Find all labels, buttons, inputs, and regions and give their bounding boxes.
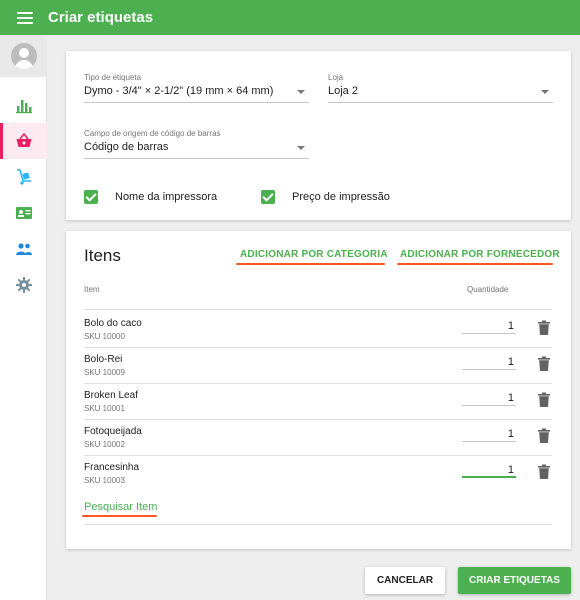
table-row: Fotoqueijada SKU 10002 1 [84,420,552,456]
printer-name-label: Nome da impressora [115,191,218,203]
store-value: Loja 2 [328,85,358,97]
trash-icon[interactable] [537,320,551,336]
add-by-category-button[interactable]: ADICIONAR POR CATEGORIA [240,249,388,260]
items-title: Itens [84,246,121,265]
quantity-input[interactable]: 1 [462,460,516,478]
trash-icon[interactable] [537,392,551,408]
item-name: Bolo-Rei [84,354,123,365]
highlight-underline [82,515,157,517]
barcode-source-value: Código de barras [84,141,169,153]
highlight-underline [236,263,385,265]
highlight-underline [397,263,553,265]
barcode-source-select[interactable]: Campo de origem de código de barras Códi… [84,129,309,159]
column-header-item: Item [84,285,100,294]
sidebar-item-sales[interactable] [0,123,47,159]
checkbox-checked-icon[interactable] [84,190,98,204]
sidebar-item-reports[interactable] [0,87,47,123]
dropdown-arrow-icon [297,146,305,150]
item-name: Francesinha [84,462,140,473]
people-icon [15,243,32,255]
trash-icon[interactable] [537,356,551,372]
quantity-input[interactable]: 1 [462,424,516,442]
table-row: Bolo-Rei SKU 10009 1 [84,348,552,384]
quantity-input[interactable]: 1 [462,388,516,406]
trash-icon[interactable] [537,464,551,480]
item-name: Broken Leaf [84,390,138,401]
dropdown-arrow-icon [541,90,549,94]
quantity-input[interactable]: 1 [462,316,516,334]
gear-icon [15,277,32,293]
column-header-quantity: Quantidade [467,285,509,294]
app-bar: Criar etiquetas [0,0,580,35]
label-type-label: Tipo de etiqueta [84,73,142,82]
sidebar-item-employees[interactable] [0,231,47,267]
item-sku: SKU 10002 [84,440,125,449]
table-row: Broken Leaf SKU 10001 1 [84,384,552,420]
avatar[interactable] [10,43,37,69]
sidebar [0,35,47,600]
trash-icon[interactable] [537,428,551,444]
item-name: Bolo do caco [84,318,142,329]
item-sku: SKU 10009 [84,368,125,377]
search-item-field[interactable]: Pesquisar Item [84,501,157,513]
store-label: Loja [328,73,344,82]
hamburger-menu-icon[interactable] [17,11,33,24]
store-select[interactable]: Loja Loja 2 [328,73,553,103]
label-type-value: Dymo - 3/4" × 2-1/2" (19 mm × 64 mm) [84,85,274,97]
label-type-select[interactable]: Tipo de etiqueta Dymo - 3/4" × 2-1/2" (1… [84,73,309,103]
item-sku: SKU 10003 [84,476,125,485]
printer-name-checkbox[interactable]: Nome da impressora [84,190,217,204]
page-title: Criar etiquetas [48,9,154,26]
items-card: Itens ADICIONAR POR CATEGORIA ADICIONAR … [66,231,571,549]
quantity-input[interactable]: 1 [462,352,516,370]
print-price-label: Preço de impressão [292,191,390,203]
cancel-button[interactable]: CANCELAR [365,567,445,594]
checkbox-checked-icon[interactable] [261,190,275,204]
sidebar-item-settings[interactable] [0,267,47,303]
hand-truck-icon [16,169,31,185]
create-labels-button[interactable]: CRIAR ETIQUETAS [458,567,571,594]
sidebar-item-customers[interactable] [0,195,47,231]
print-price-checkbox[interactable]: Preço de impressão [261,190,390,204]
id-card-icon [15,207,32,219]
sidebar-item-inventory[interactable] [0,159,47,195]
dropdown-arrow-icon [297,90,305,94]
bar-chart-icon [15,100,32,114]
table-row: Bolo do caco SKU 10000 1 [84,312,552,348]
item-sku: SKU 10000 [84,332,125,341]
label-settings-card: Tipo de etiqueta Dymo - 3/4" × 2-1/2" (1… [66,51,571,220]
item-name: Fotoqueijada [84,426,142,437]
barcode-source-label: Campo de origem de código de barras [84,129,221,138]
add-by-supplier-button[interactable]: ADICIONAR POR FORNECEDOR [400,249,560,260]
basket-icon [16,132,31,147]
table-row: Francesinha SKU 10003 1 [84,456,552,492]
item-sku: SKU 10001 [84,404,125,413]
avatar-area[interactable] [0,35,47,77]
